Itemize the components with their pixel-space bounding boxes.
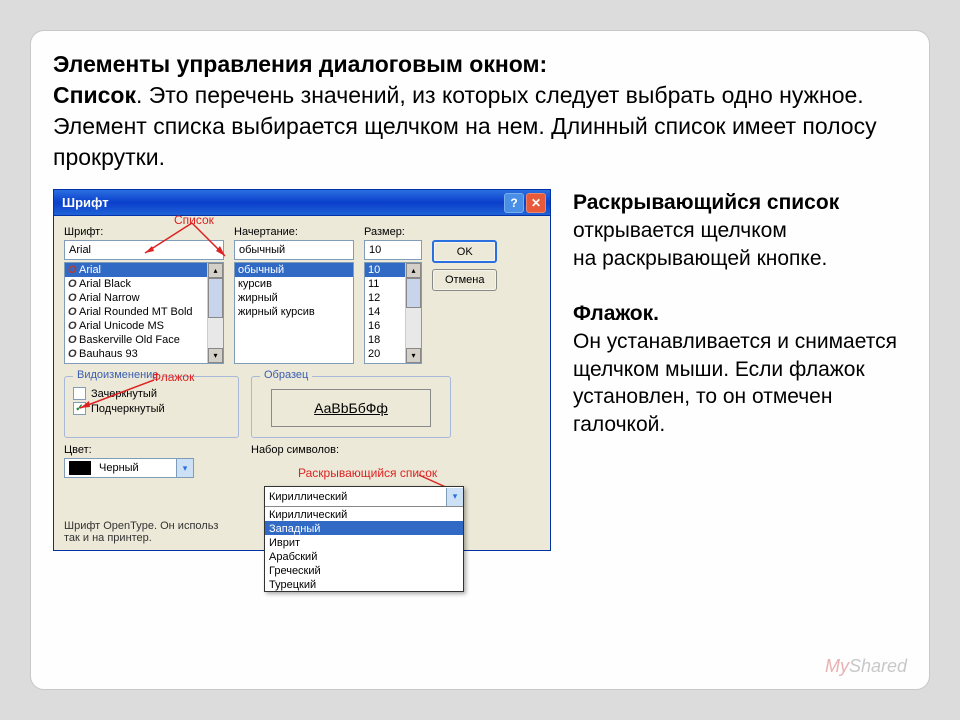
charset-dropdown[interactable]: Кириллический ▾ Кириллический Западный И… [264,486,464,592]
spisok-text: . Это перечень значений, из которых след… [53,82,877,170]
list-item[interactable]: OArial Rounded MT Bold [65,305,223,319]
underline-checkbox[interactable]: ✓ Подчеркнутый [73,402,230,415]
list-item[interactable]: OBaskerville Old Face [65,333,223,347]
callout-flazhok: Флажок [152,370,194,384]
chevron-down-icon[interactable]: ▾ [446,488,463,506]
dropdown-option[interactable]: Турецкий [265,577,463,591]
underline-label: Подчеркнутый [91,403,165,415]
flazhok-term: Флажок. [573,302,659,325]
dropdown-option[interactable]: Греческий [265,563,463,577]
list-item[interactable]: обычный [235,263,353,277]
help-button[interactable]: ? [504,193,524,213]
scroll-up-icon[interactable]: ▴ [406,263,421,278]
font-dialog: Шрифт ? ✕ Список Шрифт: [53,189,551,551]
effects-legend: Видоизменение [73,369,162,381]
list-item[interactable]: жирный курсив [235,305,353,319]
dialog-titlebar[interactable]: Шрифт ? ✕ [54,190,550,216]
charset-label: Набор символов: [251,444,540,456]
list-item[interactable]: курсив [235,277,353,291]
close-button[interactable]: ✕ [526,193,546,213]
scrollbar[interactable]: ▴ ▾ [405,263,421,363]
color-swatch [69,461,91,475]
scroll-down-icon[interactable]: ▾ [406,348,421,363]
dropdown-option[interactable]: Кириллический [265,507,463,521]
dialog-title: Шрифт [62,195,109,210]
style-listbox[interactable]: обычный курсив жирный жирный курсив [234,262,354,364]
list-item[interactable]: OArial Black [65,277,223,291]
size-input[interactable]: 10 [364,240,422,260]
style-input[interactable]: обычный [234,240,354,260]
list-item[interactable]: жирный [235,291,353,305]
headline: Элементы управления диалоговым окном: Сп… [53,49,907,173]
style-label: Начертание: [234,226,354,238]
callout-dropdown: Раскрывающийся список [298,466,437,480]
dropdown-option[interactable]: Иврит [265,535,463,549]
cancel-button[interactable]: Отмена [432,269,497,291]
slide: Элементы управления диалоговым окном: Сп… [30,30,930,690]
color-label: Цвет: [64,444,239,456]
checkbox-icon [73,387,86,400]
scrollbar[interactable]: ▴ ▾ [207,263,223,363]
headline-title: Элементы управления диалоговым окном: [53,51,547,77]
scroll-down-icon[interactable]: ▾ [208,348,223,363]
dropdown-option[interactable]: Западный [265,521,463,535]
list-item[interactable]: OArial [65,263,223,277]
dropdown-term: Раскрывающийся список [573,191,839,214]
size-label: Размер: [364,226,422,238]
spisok-label: Список [53,82,136,108]
scroll-thumb[interactable] [208,278,223,318]
callout-spisok: Список [174,213,214,227]
chevron-down-icon[interactable]: ▾ [176,459,193,477]
scroll-up-icon[interactable]: ▴ [208,263,223,278]
font-label: Шрифт: [64,226,224,238]
dropdown-option[interactable]: Арабский [265,549,463,563]
sample-legend: Образец [260,369,312,381]
color-combo[interactable]: Черный ▾ [64,458,194,478]
scroll-thumb[interactable] [406,278,421,308]
sample-text: АаВbБбФф [271,389,431,427]
watermark: MyShared [825,656,907,677]
size-listbox[interactable]: 10 11 12 14 16 18 20 ▴ ▾ [364,262,422,364]
font-input[interactable]: Arial [64,240,224,260]
ok-button[interactable]: OK [432,240,497,263]
font-listbox[interactable]: OArial OArial Black OArial Narrow OArial… [64,262,224,364]
list-item[interactable]: OBauhaus 93 [65,347,223,361]
list-item[interactable]: OArial Narrow [65,291,223,305]
strike-checkbox[interactable]: Зачеркнутый [73,387,230,400]
strike-label: Зачеркнутый [91,388,157,400]
checkbox-checked-icon: ✓ [73,402,86,415]
side-explanation: Раскрывающийся список открывается щелчко… [573,189,907,551]
color-value: Черный [95,462,176,474]
charset-selected-value: Кириллический [265,491,446,503]
list-item[interactable]: OArial Unicode MS [65,319,223,333]
